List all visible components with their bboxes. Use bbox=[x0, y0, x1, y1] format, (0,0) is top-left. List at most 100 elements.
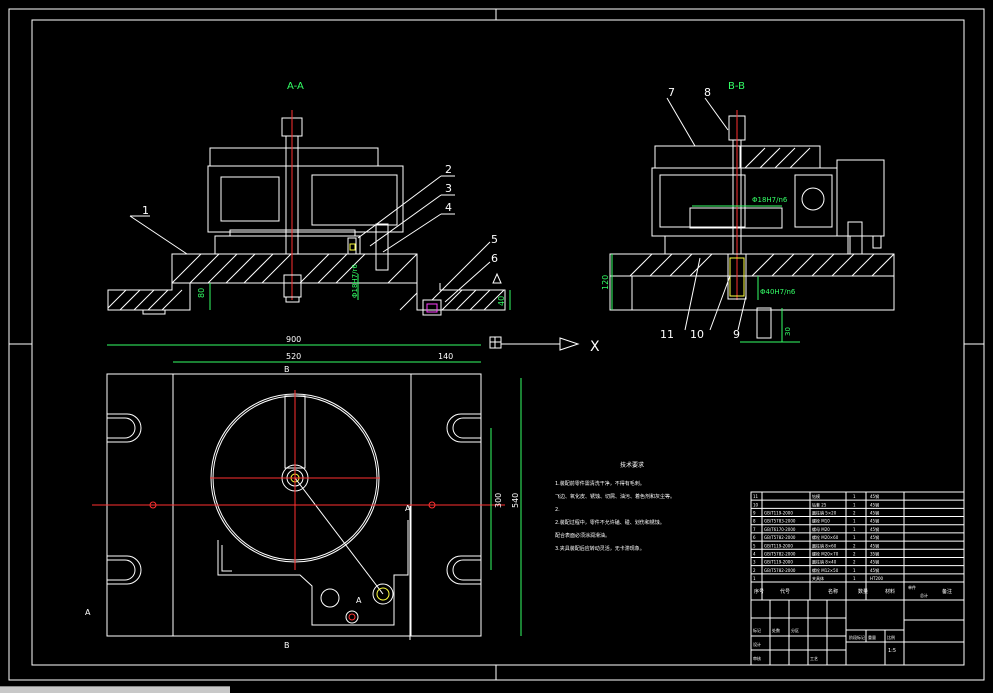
tb-row-qty: 1 bbox=[853, 568, 856, 573]
dim-b-small: 30 bbox=[784, 327, 792, 336]
dim-b-hole-fit-bottom: Φ40H7/n6 bbox=[760, 288, 796, 296]
tb-row-no: 6 bbox=[753, 535, 756, 540]
tb-row-no: 3 bbox=[753, 560, 756, 565]
plan-view: A A A B B 900 520 140 300 540 bbox=[85, 335, 522, 650]
tb-header-weight: 单件 bbox=[908, 584, 916, 590]
tb-header-mat: 材料 bbox=[885, 588, 895, 595]
leader-label-11: 11 bbox=[660, 328, 674, 341]
section-mark-a-2: A bbox=[356, 596, 362, 605]
dim-b-height: 120 bbox=[601, 275, 610, 290]
tb-row-no: 5 bbox=[753, 543, 756, 548]
dim-a-hole-fit: Φ18H7/r6 bbox=[351, 264, 359, 298]
tb-stage-scale: 比例 bbox=[887, 634, 895, 640]
tb-row-code: GB/T6170-2000 bbox=[764, 527, 796, 532]
section-mark-b-2: B bbox=[284, 641, 290, 650]
tb-stage-mark: 阶段标记 bbox=[849, 634, 865, 640]
section-a-title: A-A bbox=[287, 81, 304, 92]
tb-row-name: 螺栓 M12×50 bbox=[812, 567, 839, 573]
tb-scale-value: 1:5 bbox=[888, 648, 896, 654]
tb-row-mat: 45钢 bbox=[870, 518, 879, 524]
dim-plan-width-inner: 520 bbox=[286, 352, 301, 361]
leader-label-2: 2 bbox=[445, 163, 452, 176]
tb-row-name: 钻套 25 bbox=[812, 501, 827, 507]
dim-plan-width-total: 900 bbox=[286, 335, 301, 344]
section-b-title: B-B bbox=[728, 81, 745, 92]
tb-row-code: GB/T119-2000 bbox=[764, 511, 793, 516]
tech-line-1: 1.装配前零件需清洗干净，不得有毛刺。 bbox=[555, 480, 645, 487]
tb-row-qty: 1 bbox=[853, 576, 856, 581]
tb-row-no: 1 bbox=[753, 576, 756, 581]
leader-label-7: 7 bbox=[668, 86, 675, 99]
tb-row-code: GB/T5782-2000 bbox=[764, 551, 796, 556]
tb-header-qty: 数量 bbox=[858, 588, 868, 595]
tb-row-no: 11 bbox=[753, 494, 759, 499]
tb-row-mat: 45钢 bbox=[870, 542, 879, 548]
tech-line-6: 3.夹具装配后应转动灵活，无卡滞现象。 bbox=[555, 545, 645, 552]
tech-line-3: 2. bbox=[555, 507, 560, 513]
tb-sign-mark: 标记 bbox=[753, 627, 761, 633]
dim-plan-height-total: 540 bbox=[511, 493, 520, 508]
leader-label-9: 9 bbox=[733, 328, 740, 341]
tb-header-name: 名称 bbox=[828, 588, 838, 595]
tb-row-no: 2 bbox=[753, 568, 756, 573]
title-block: 11 钻模 1 45钢10 钻套 25 1 45钢9 GB/T119-2000 圆柱销 5×20… bbox=[750, 491, 965, 666]
tech-line-4: 2.装配过程中，零件不允许磕、碰、划伤和锈蚀。 bbox=[555, 519, 665, 526]
tb-header-note: 备注 bbox=[942, 588, 952, 595]
dim-plan-height-inner: 300 bbox=[494, 493, 503, 508]
leader-label-3: 3 bbox=[445, 182, 452, 195]
tb-header-code: 代号 bbox=[780, 588, 790, 595]
tb-row-qty: 1 bbox=[853, 502, 856, 507]
section-mark-a-3: A bbox=[85, 608, 91, 617]
leader-label-6: 6 bbox=[491, 252, 498, 265]
tb-row-name: 圆柱销 5×20 bbox=[812, 510, 837, 516]
tb-header-no: 序号 bbox=[754, 588, 764, 595]
section-mark-a-1: A bbox=[405, 504, 411, 513]
leader-label-8: 8 bbox=[704, 86, 711, 99]
cad-drawing-canvas[interactable]: A-A 1 2 3 4 5 6 80 40 Φ18H7/r6 B-B 7 8 1… bbox=[0, 0, 993, 692]
section-mark-b-1: B bbox=[284, 365, 290, 374]
view-arrow-label: X bbox=[590, 339, 600, 355]
tb-row-mat: 45钢 bbox=[870, 493, 879, 499]
tb-row-code: GB/T119-2000 bbox=[764, 560, 793, 565]
leader-label-4: 4 bbox=[445, 201, 452, 214]
tech-line-2: 飞边、氧化皮、锈蚀、切屑、油污、着色剂和灰尘等。 bbox=[555, 493, 675, 500]
tb-row-code: GB/T5782-2000 bbox=[764, 535, 796, 540]
tb-row-qty: 1 bbox=[853, 535, 856, 540]
leader-label-10: 10 bbox=[690, 328, 704, 341]
tb-row-no: 4 bbox=[753, 551, 756, 556]
tb-row-mat: 35钢 bbox=[870, 550, 879, 556]
tb-row-name: 螺栓 M20×70 bbox=[812, 550, 839, 556]
tb-row-mat: 45钢 bbox=[870, 534, 879, 540]
tb-row-name: 螺栓 M20×60 bbox=[812, 534, 839, 540]
tb-row-qty: 2 bbox=[853, 551, 856, 556]
dim-a-height-right: 40 bbox=[497, 296, 506, 306]
tb-row-name: 夹具体 bbox=[812, 575, 824, 581]
tb-row-name: 钻模 bbox=[812, 493, 820, 499]
tb-row-qty: 1 bbox=[853, 494, 856, 499]
tb-row-code: GB/T5783-2000 bbox=[764, 519, 796, 524]
tb-row-name: 螺母 M20 bbox=[812, 526, 830, 532]
tb-row-no: 7 bbox=[753, 527, 756, 532]
tb-stage-weight: 重量 bbox=[868, 634, 876, 640]
tb-row-qty: 1 bbox=[853, 519, 856, 524]
tb-row-code: GB/T5782-2000 bbox=[764, 568, 796, 573]
tb-row-mat: 45钢 bbox=[870, 567, 879, 573]
tb-row-code: GB/T119-2000 bbox=[764, 543, 793, 548]
view-arrow-x: X bbox=[489, 336, 600, 355]
tb-row-name: 螺栓 M10 bbox=[812, 518, 830, 524]
tech-title: 技术要求 bbox=[620, 461, 644, 469]
tb-row-qty: 2 bbox=[853, 560, 856, 565]
tb-row-qty: 1 bbox=[853, 527, 856, 532]
dim-b-hole-fit-top: Φ18H7/n6 bbox=[752, 196, 788, 204]
section-b-view: B-B 7 8 11 10 9 120 Φ18H7/n6 Φ40H7/n6 30 bbox=[601, 81, 895, 343]
dim-a-height-left: 80 bbox=[197, 288, 206, 298]
leader-label-5: 5 bbox=[491, 233, 498, 246]
tb-row-mat: 45钢 bbox=[870, 501, 879, 507]
tb-sign-review: 审核 bbox=[753, 655, 761, 661]
tb-row-mat: 45钢 bbox=[870, 526, 879, 532]
tb-row-mat: 45钢 bbox=[870, 510, 879, 516]
tech-requirements: 技术要求 1.装配前零件需清洗干净，不得有毛刺。 飞边、氧化皮、锈蚀、切屑、油污… bbox=[555, 461, 675, 552]
tb-row-mat: 45钢 bbox=[870, 559, 879, 565]
tb-row-mat: HT200 bbox=[870, 576, 884, 581]
tb-row-no: 8 bbox=[753, 519, 756, 524]
